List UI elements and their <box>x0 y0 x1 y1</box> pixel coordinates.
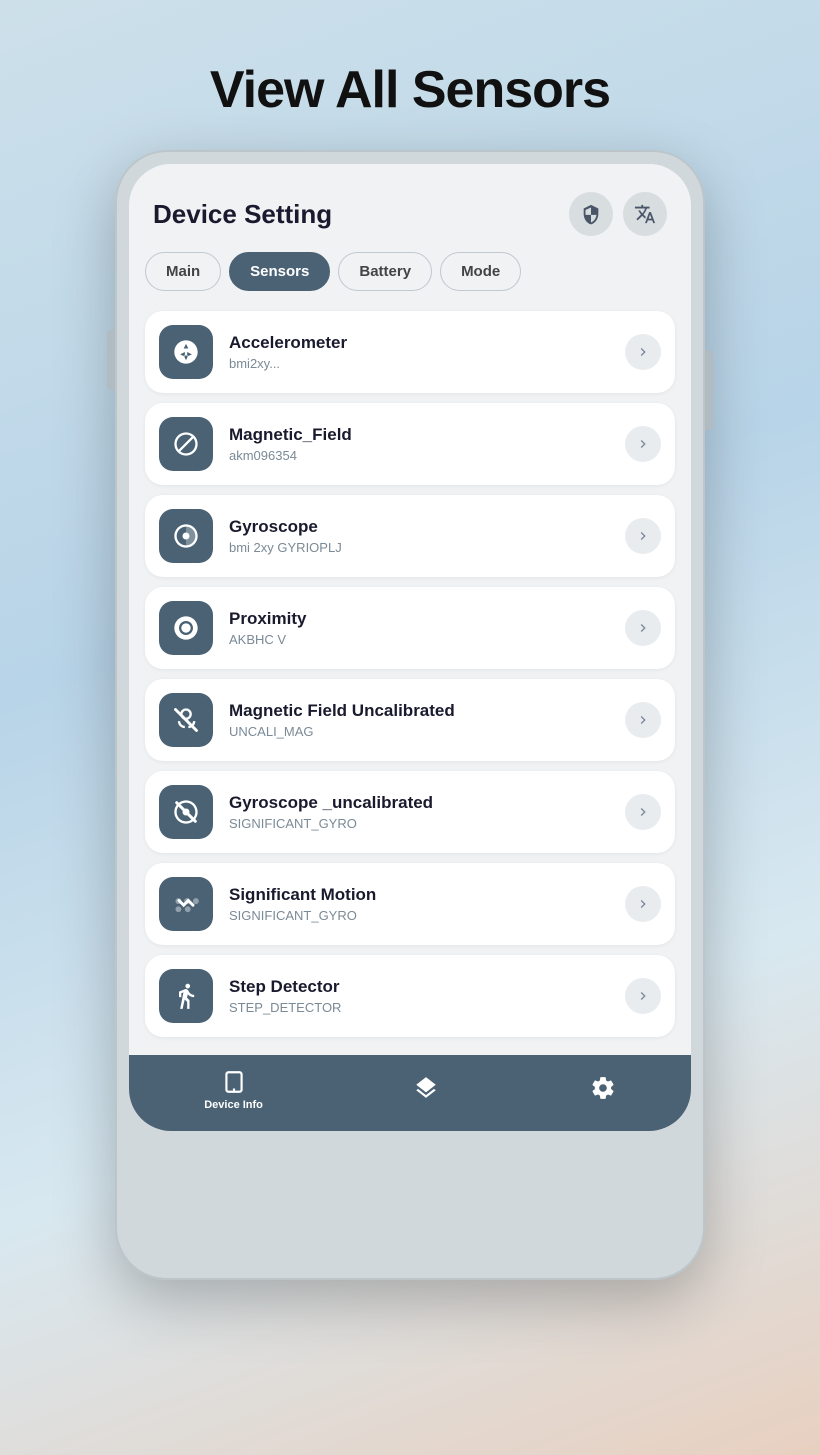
sensor-item-gyroscope[interactable]: Gyroscope bmi 2xy GYRIOPLJ <box>145 495 675 577</box>
header-icons <box>569 192 667 236</box>
accelerometer-id: bmi2xy... <box>229 356 609 371</box>
significant-motion-chevron[interactable] <box>625 886 661 922</box>
tab-sensors[interactable]: Sensors <box>229 252 330 291</box>
settings-nav-icon <box>590 1075 616 1101</box>
magnetic-uncal-chevron[interactable] <box>625 702 661 738</box>
gyroscope-icon <box>159 509 213 563</box>
magnetic-field-chevron[interactable] <box>625 426 661 462</box>
sensor-item-magnetic-uncal[interactable]: Magnetic Field Uncalibrated UNCALI_MAG <box>145 679 675 761</box>
proximity-chevron[interactable] <box>625 610 661 646</box>
sensor-item-significant-motion[interactable]: Significant Motion SIGNIFICANT_GYRO <box>145 863 675 945</box>
gyroscope-info: Gyroscope bmi 2xy GYRIOPLJ <box>229 517 609 555</box>
nav-device-info-label: Device Info <box>204 1099 263 1111</box>
tab-main[interactable]: Main <box>145 252 221 291</box>
magnetic-uncal-id: UNCALI_MAG <box>229 724 609 739</box>
proximity-name: Proximity <box>229 609 609 629</box>
nav-layers[interactable] <box>413 1075 439 1105</box>
proximity-icon <box>159 601 213 655</box>
shield-icon <box>580 203 602 225</box>
sensors-list: Accelerometer bmi2xy... Magnetic_Field a… <box>129 303 691 1045</box>
proximity-id: AKBHC V <box>229 632 609 647</box>
gyroscope-uncal-chevron[interactable] <box>625 794 661 830</box>
sensor-item-step-detector[interactable]: Step Detector STEP_DETECTOR <box>145 955 675 1037</box>
nav-settings[interactable] <box>590 1075 616 1105</box>
phone-screen: Device Setting Main Sensors Battery Mode <box>129 164 691 1131</box>
app-header: Device Setting <box>129 164 691 252</box>
magnetic-field-id: akm096354 <box>229 448 609 463</box>
gyroscope-uncal-icon <box>159 785 213 839</box>
proximity-info: Proximity AKBHC V <box>229 609 609 647</box>
tab-mode[interactable]: Mode <box>440 252 521 291</box>
gyroscope-uncal-info: Gyroscope _uncalibrated SIGNIFICANT_GYRO <box>229 793 609 831</box>
magnetic-field-icon <box>159 417 213 471</box>
phone-frame: Device Setting Main Sensors Battery Mode <box>115 150 705 1280</box>
step-detector-info: Step Detector STEP_DETECTOR <box>229 977 609 1015</box>
significant-motion-id: SIGNIFICANT_GYRO <box>229 908 609 923</box>
tab-battery[interactable]: Battery <box>338 252 432 291</box>
accelerometer-info: Accelerometer bmi2xy... <box>229 333 609 371</box>
layers-nav-icon <box>413 1075 439 1101</box>
phone-wrapper: Device Setting Main Sensors Battery Mode <box>0 150 820 1280</box>
sensor-item-gyroscope-uncal[interactable]: Gyroscope _uncalibrated SIGNIFICANT_GYRO <box>145 771 675 853</box>
step-detector-chevron[interactable] <box>625 978 661 1014</box>
translate-icon <box>634 203 656 225</box>
step-detector-icon <box>159 969 213 1023</box>
significant-motion-info: Significant Motion SIGNIFICANT_GYRO <box>229 885 609 923</box>
app-header-title: Device Setting <box>153 199 332 230</box>
magnetic-uncal-icon <box>159 693 213 747</box>
gyroscope-id: bmi 2xy GYRIOPLJ <box>229 540 609 555</box>
magnetic-uncal-info: Magnetic Field Uncalibrated UNCALI_MAG <box>229 701 609 739</box>
magnetic-uncal-name: Magnetic Field Uncalibrated <box>229 701 609 721</box>
step-detector-name: Step Detector <box>229 977 609 997</box>
sensor-item-accelerometer[interactable]: Accelerometer bmi2xy... <box>145 311 675 393</box>
accelerometer-chevron[interactable] <box>625 334 661 370</box>
magnetic-field-name: Magnetic_Field <box>229 425 609 445</box>
step-detector-id: STEP_DETECTOR <box>229 1000 609 1015</box>
page-title: View All Sensors <box>0 0 820 150</box>
bottom-nav: Device Info <box>129 1055 691 1131</box>
significant-motion-icon <box>159 877 213 931</box>
nav-device-info[interactable]: Device Info <box>204 1069 263 1111</box>
gyroscope-uncal-name: Gyroscope _uncalibrated <box>229 793 609 813</box>
gyroscope-name: Gyroscope <box>229 517 609 537</box>
shield-icon-button[interactable] <box>569 192 613 236</box>
gyroscope-chevron[interactable] <box>625 518 661 554</box>
gyroscope-uncal-id: SIGNIFICANT_GYRO <box>229 816 609 831</box>
magnetic-field-info: Magnetic_Field akm096354 <box>229 425 609 463</box>
tab-bar: Main Sensors Battery Mode <box>129 252 691 303</box>
accelerometer-icon <box>159 325 213 379</box>
sensor-item-magnetic-field[interactable]: Magnetic_Field akm096354 <box>145 403 675 485</box>
sensor-item-proximity[interactable]: Proximity AKBHC V <box>145 587 675 669</box>
translate-icon-button[interactable] <box>623 192 667 236</box>
phone-nav-icon <box>221 1069 247 1095</box>
accelerometer-name: Accelerometer <box>229 333 609 353</box>
significant-motion-name: Significant Motion <box>229 885 609 905</box>
